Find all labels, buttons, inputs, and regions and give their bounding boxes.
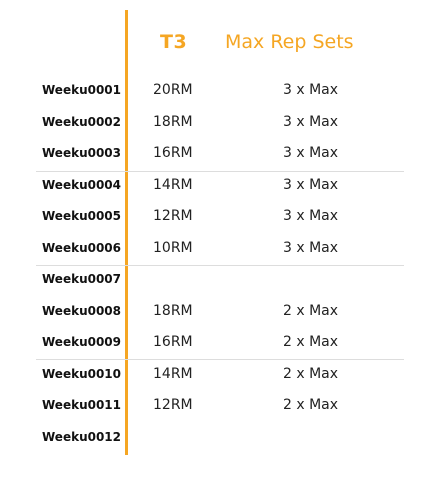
table-row: Weeku0003 16RM 3 x Max [0, 140, 440, 172]
sets-value: 3 x Max [283, 113, 339, 130]
week-label: Weeku0001 [42, 83, 122, 97]
week-label: Weeku0005 [42, 209, 122, 223]
week-label: Weeku0007 [42, 272, 122, 286]
week-label: Weeku0002 [42, 114, 122, 129]
row-divider [36, 359, 404, 360]
rm-value: 12RM [153, 208, 193, 224]
sets-value: 3 x Max [283, 208, 339, 224]
table-body: Weeku0001 20RM 3 x Max Weeku0002 18RM 3 … [0, 77, 440, 455]
week-label: Weeku0004 [42, 177, 122, 192]
table-row: Weeku0008 18RM 2 x Max [0, 298, 440, 330]
week-label: Weeku0010 [42, 366, 122, 381]
rm-value: 14RM [153, 176, 193, 193]
table-row: Weeku0009 16RM 2 x Max [0, 329, 440, 361]
table-row: Weeku0004 14RM 3 x Max [0, 172, 440, 204]
rm-value: 20RM [153, 82, 193, 98]
row-divider [36, 171, 404, 172]
sets-value: 2 x Max [283, 302, 339, 319]
rm-value: 10RM [153, 239, 193, 256]
header-max-rep-sets: Max Rep Sets [225, 31, 354, 53]
table-row: Weeku0005 12RM 3 x Max [0, 203, 440, 235]
week-label: Weeku0012 [42, 429, 122, 444]
table-row: Weeku0007 [0, 266, 440, 298]
rm-value: 16RM [153, 334, 193, 350]
sets-value: 2 x Max [283, 397, 339, 413]
sets-value: 3 x Max [283, 239, 339, 256]
row-divider [36, 265, 404, 266]
program-table: T3 Max Rep Sets Weeku0001 20RM 3 x Max W… [0, 0, 440, 488]
week-label: Weeku0011 [42, 398, 122, 412]
table-row: Weeku0006 10RM 3 x Max [0, 235, 440, 267]
table-row: Weeku0002 18RM 3 x Max [0, 109, 440, 141]
rm-value: 18RM [153, 302, 193, 319]
sets-value: 3 x Max [283, 145, 339, 161]
rm-value: 18RM [153, 113, 193, 130]
rm-value: 16RM [153, 145, 193, 161]
table-row: Weeku0011 12RM 2 x Max [0, 392, 440, 424]
week-label: Weeku0006 [42, 240, 122, 255]
week-label: Weeku0008 [42, 303, 122, 318]
sets-value: 3 x Max [283, 82, 339, 98]
rm-value: 14RM [153, 365, 193, 382]
table-row: Weeku0010 14RM 2 x Max [0, 361, 440, 393]
sets-value: 2 x Max [283, 334, 339, 350]
week-label: Weeku0009 [42, 335, 122, 349]
header-t3: T3 [160, 31, 188, 53]
table-row: Weeku0012 [0, 424, 440, 456]
sets-value: 3 x Max [283, 176, 339, 193]
sets-value: 2 x Max [283, 365, 339, 382]
table-row: Weeku0001 20RM 3 x Max [0, 77, 440, 109]
rm-value: 12RM [153, 397, 193, 413]
week-label: Weeku0003 [42, 146, 122, 160]
